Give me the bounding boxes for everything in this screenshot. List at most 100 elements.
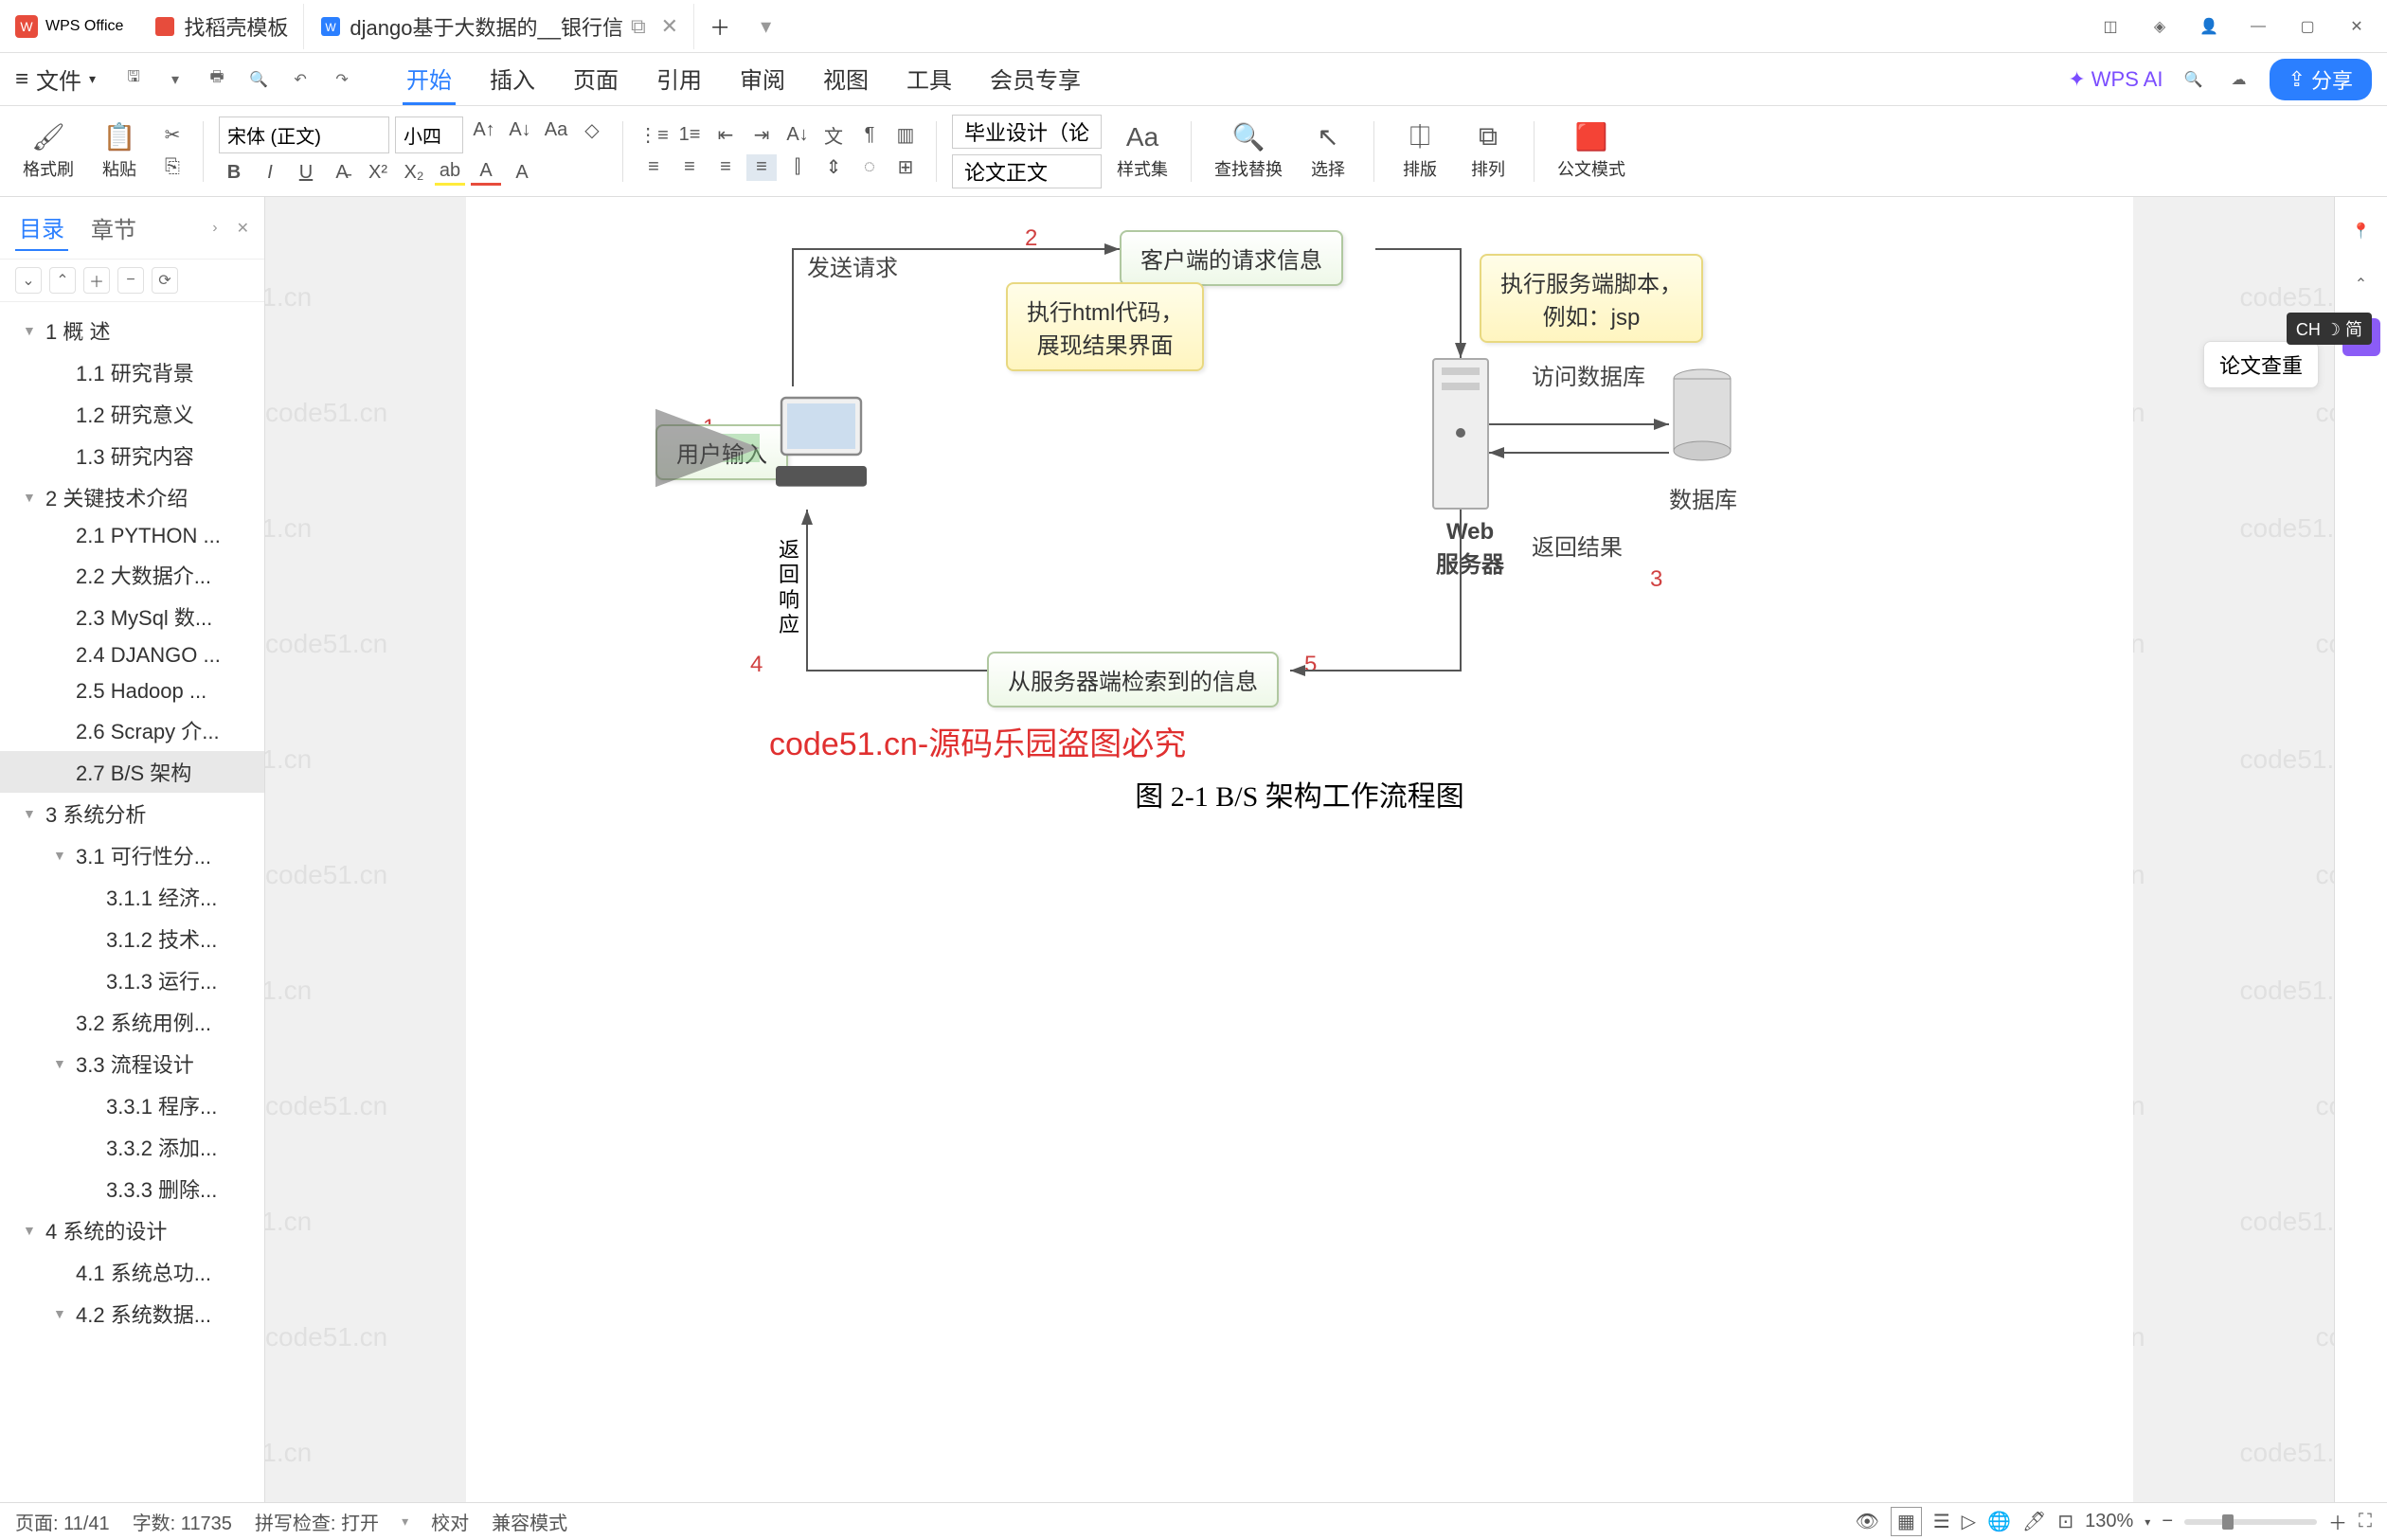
- view-page-icon[interactable]: ▦: [1891, 1507, 1922, 1536]
- file-menu[interactable]: ≡ 文件 ▾: [15, 63, 96, 96]
- align-center-icon[interactable]: ≡: [674, 154, 705, 181]
- tab-home[interactable]: 开始: [403, 54, 456, 105]
- preview-icon[interactable]: 🔍: [243, 64, 274, 95]
- outline-item[interactable]: 2.5 Hadoop ...: [0, 673, 264, 709]
- align-right-icon[interactable]: ≡: [710, 154, 741, 181]
- wps-ai-button[interactable]: ✦ WPS AI: [2068, 67, 2163, 92]
- change-case-icon[interactable]: Aa: [541, 116, 571, 143]
- outline-item[interactable]: ▼1 概 述: [0, 310, 264, 351]
- outline-item[interactable]: 1.3 研究内容: [0, 435, 264, 476]
- select-group[interactable]: ↖ 选择: [1298, 114, 1358, 189]
- caret-icon[interactable]: ▼: [53, 1056, 68, 1071]
- caret-icon[interactable]: ▼: [23, 1223, 38, 1238]
- proofread-button[interactable]: 校对: [431, 1508, 469, 1535]
- bold-icon[interactable]: B: [219, 159, 249, 186]
- strike-icon[interactable]: A̵: [327, 159, 357, 186]
- tab-view[interactable]: 视图: [819, 54, 872, 105]
- outline-item[interactable]: 2.7 B/S 架构: [0, 751, 264, 793]
- shading-icon[interactable]: ◌: [854, 154, 885, 181]
- superscript-icon[interactable]: X²: [363, 159, 393, 186]
- outline-item[interactable]: 2.6 Scrapy 介...: [0, 709, 264, 751]
- play-icon[interactable]: ▷: [1962, 1510, 1976, 1533]
- style-2[interactable]: 论文正文: [952, 154, 1102, 188]
- outline-item[interactable]: 1.1 研究背景: [0, 351, 264, 393]
- remove-icon[interactable]: −: [117, 267, 144, 294]
- line-spacing-icon[interactable]: ⇕: [818, 154, 849, 181]
- outline-item[interactable]: 3.2 系统用例...: [0, 1001, 264, 1043]
- print-icon[interactable]: 🖶: [202, 64, 232, 95]
- numbering-icon[interactable]: 1≡: [674, 122, 705, 149]
- minimize-icon[interactable]: —: [2243, 11, 2273, 42]
- tab-tools[interactable]: 工具: [903, 54, 956, 105]
- collapse-up-icon[interactable]: ⌃: [49, 267, 76, 294]
- tab-vip[interactable]: 会员专享: [986, 54, 1085, 105]
- outline-item[interactable]: 1.2 研究意义: [0, 393, 264, 435]
- clear-format-icon[interactable]: ◇: [577, 116, 607, 143]
- document-area[interactable]: code51.cncode51.cncode51.cncode51.cncode…: [265, 197, 2334, 1502]
- arrange-group[interactable]: ⧉ 排列: [1458, 114, 1518, 189]
- view-outline-icon[interactable]: ☰: [1933, 1510, 1950, 1533]
- zoom-value[interactable]: 130%: [2085, 1511, 2133, 1532]
- paper-check-panel[interactable]: 论文查重: [2203, 341, 2319, 388]
- close-icon[interactable]: ✕: [661, 14, 678, 39]
- compat-mode[interactable]: 兼容模式: [492, 1508, 567, 1535]
- subscript-icon[interactable]: X₂: [399, 159, 429, 186]
- tab-chapter[interactable]: 章节: [87, 206, 140, 250]
- paste-group[interactable]: 📋 粘贴: [89, 114, 150, 189]
- tab-review[interactable]: 审阅: [736, 54, 789, 105]
- zoom-in-icon[interactable]: ＋: [2328, 1508, 2347, 1535]
- zoom-out-icon[interactable]: −: [2162, 1511, 2173, 1532]
- close-icon[interactable]: ✕: [237, 219, 249, 238]
- chevron-right-icon[interactable]: ›: [212, 220, 217, 237]
- save-icon[interactable]: 🖫: [118, 64, 149, 95]
- columns-icon[interactable]: ▥: [890, 122, 921, 149]
- page-indicator[interactable]: 页面: 11/41: [15, 1508, 110, 1535]
- highlight-icon[interactable]: ab: [435, 159, 465, 186]
- share-button[interactable]: ⇪ 分享: [2270, 59, 2372, 100]
- caret-icon[interactable]: ▼: [53, 1306, 68, 1321]
- outline-item[interactable]: 3.3.1 程序...: [0, 1084, 264, 1126]
- outline-item[interactable]: ▼4 系统的设计: [0, 1209, 264, 1251]
- zoom-slider[interactable]: [2184, 1519, 2317, 1525]
- copy-icon[interactable]: ⎘: [157, 154, 188, 181]
- outline-item[interactable]: 3.3.3 删除...: [0, 1168, 264, 1209]
- font-name-select[interactable]: 宋体 (正文): [219, 116, 389, 153]
- new-tab-button[interactable]: ＋: [694, 4, 745, 49]
- layout-group[interactable]: ⎅ 排版: [1390, 114, 1450, 189]
- bullets-icon[interactable]: ⋮≡: [638, 122, 669, 149]
- tab-document[interactable]: W django基于大数据的__银行信 ⧉ ✕: [304, 4, 694, 49]
- redo-icon[interactable]: ↷: [327, 64, 357, 95]
- tab-dropdown[interactable]: ▾: [745, 4, 786, 49]
- maximize-icon[interactable]: ▢: [2292, 11, 2323, 42]
- outline-item[interactable]: ▼4.2 系统数据...: [0, 1293, 264, 1334]
- zoom-thumb[interactable]: [2222, 1514, 2234, 1530]
- fit-icon[interactable]: ⊡: [2057, 1510, 2073, 1533]
- showmarks-icon[interactable]: ¶: [854, 122, 885, 149]
- outline-item[interactable]: 4.1 系统总功...: [0, 1251, 264, 1293]
- outline-item[interactable]: ▼3.1 可行性分...: [0, 834, 264, 876]
- eye-icon[interactable]: 👁: [1855, 1510, 1878, 1533]
- italic-icon[interactable]: I: [255, 159, 285, 186]
- align-left-icon[interactable]: ≡: [638, 154, 669, 181]
- increase-indent-icon[interactable]: ⇥: [746, 122, 777, 149]
- close-icon[interactable]: ✕: [2342, 11, 2372, 42]
- outline-item[interactable]: ▼2 关键技术介绍: [0, 476, 264, 518]
- tab-reference[interactable]: 引用: [653, 54, 706, 105]
- word-count[interactable]: 字数: 11735: [133, 1508, 232, 1535]
- cloud-icon[interactable]: ☁: [2224, 64, 2254, 95]
- phonetic-icon[interactable]: A: [507, 159, 537, 186]
- outline-item[interactable]: 2.2 大数据介...: [0, 554, 264, 596]
- brush-icon[interactable]: 🖊: [2022, 1510, 2046, 1533]
- fullscreen-icon[interactable]: ⛶: [2359, 1511, 2372, 1532]
- decrease-indent-icon[interactable]: ⇤: [710, 122, 741, 149]
- outline-item[interactable]: 2.1 PYTHON ...: [0, 518, 264, 554]
- tab-page[interactable]: 页面: [569, 54, 622, 105]
- caret-icon[interactable]: ▼: [53, 848, 68, 863]
- save-dropdown-icon[interactable]: ▾: [160, 64, 190, 95]
- align-justify-icon[interactable]: ≡: [746, 154, 777, 181]
- outline-item[interactable]: 3.1.2 技术...: [0, 918, 264, 959]
- chevron-down-icon[interactable]: ▾: [402, 1513, 408, 1530]
- collapse-icon[interactable]: ⌃: [2342, 265, 2380, 303]
- search-icon[interactable]: 🔍: [2179, 64, 2209, 95]
- caret-icon[interactable]: ▼: [23, 806, 38, 821]
